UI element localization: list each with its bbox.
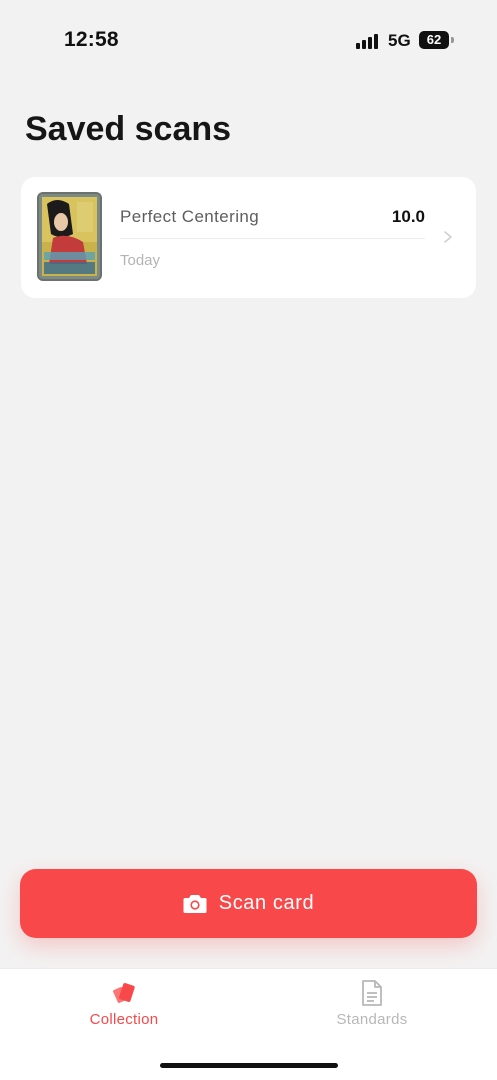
tab-standards[interactable]: Standards [272, 969, 472, 1039]
tab-collection[interactable]: Collection [24, 969, 224, 1039]
scan-card-button[interactable]: Scan card [20, 869, 477, 938]
tab-label-standards: Standards [336, 1011, 408, 1028]
status-time: 12:58 [64, 28, 119, 51]
cards-icon [113, 983, 135, 1003]
app-screen: 12:58 5G 62 Saved scans Perfect Centerin… [0, 0, 497, 1080]
scan-name: Perfect Centering [120, 207, 260, 226]
scan-date: Today [120, 252, 161, 269]
battery-level: 62 [426, 32, 442, 47]
scan-card-label: Scan card [218, 892, 315, 914]
chevron-right-icon [444, 231, 452, 243]
trading-card-image [39, 194, 100, 279]
cellular-signal-icon [356, 33, 382, 49]
status-bar: 12:58 5G 62 [0, 0, 497, 70]
camera-icon [183, 894, 207, 913]
saved-scan-item[interactable]: Perfect Centering 10.0 Today [21, 177, 476, 298]
scan-score: 10.0 [391, 207, 425, 226]
card-thumbnail [37, 192, 102, 281]
tab-label-collection: Collection [89, 1011, 159, 1028]
battery-cap [451, 37, 454, 43]
divider [120, 238, 425, 239]
home-indicator[interactable] [160, 1063, 338, 1068]
document-icon [362, 980, 382, 1006]
battery-icon: 62 [419, 31, 449, 49]
network-type: 5G [388, 31, 411, 50]
page-title: Saved scans [25, 110, 232, 148]
